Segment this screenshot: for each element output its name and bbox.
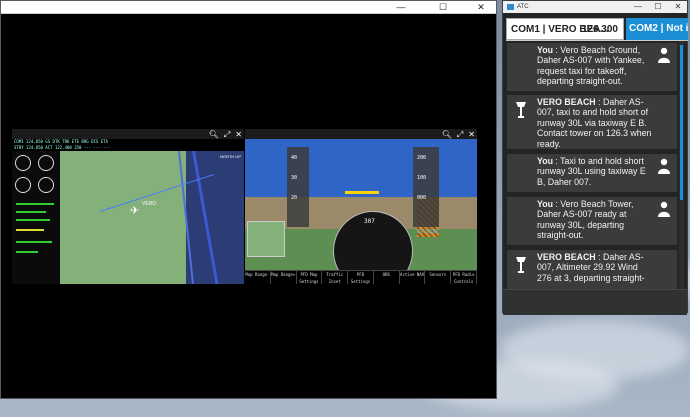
aircraft-symbol-icon	[345, 191, 379, 194]
pfd-panel-controls: 🔍︎ ⤢ ✕	[442, 130, 475, 139]
maximize-button[interactable]: ☐	[651, 1, 665, 13]
softkey-traffic-inset[interactable]: Traffic Inset	[322, 271, 349, 284]
message-text: You : Vero Beach Ground, Daher AS-007 wi…	[537, 45, 655, 87]
inset-map	[247, 221, 285, 257]
map-orientation-label: NORTH UP	[220, 154, 241, 159]
close-button[interactable]: ✕	[671, 1, 685, 13]
minimize-button[interactable]: —	[387, 1, 415, 13]
atc-titlebar: ATC — ☐ ✕	[503, 1, 687, 13]
alt-tick: 000	[417, 195, 427, 201]
atc-window: ATC — ☐ ✕ COM1 | VERO BEA... 126.300 COM…	[502, 0, 688, 315]
engine-bar	[16, 203, 54, 205]
softkey-pfd-settings[interactable]: PFD Settings	[348, 271, 374, 284]
message-speaker: You	[537, 199, 553, 209]
engine-bar	[16, 229, 44, 231]
message-item: VERO BEACH : Daher AS-007, Altimeter 29.…	[507, 250, 677, 289]
engine-bar	[16, 251, 38, 253]
engine-bar	[16, 211, 46, 213]
mfd-panel: 🔍︎ ⤢ ✕ COM1 124.850 GS DTK TRK ETE BRG D…	[12, 129, 244, 284]
message-item: You : Taxi to and hold short runway 30L …	[507, 154, 677, 192]
moving-map[interactable]: ✈ VERO NORTH UP	[60, 151, 244, 284]
speed-tick: 30	[291, 175, 298, 181]
atc-message-list[interactable]: You : Vero Beach Ground, Daher AS-007 wi…	[507, 41, 677, 289]
airspeed-tape: 40 30 20	[287, 147, 309, 227]
minimize-button[interactable]: —	[631, 1, 645, 13]
softkey-map-range-plus[interactable]: Map Range+	[271, 271, 297, 284]
close-icon[interactable]: ✕	[468, 130, 475, 139]
message-body: : Vero Beach Ground, Daher AS-007 with Y…	[537, 45, 645, 87]
softkey-sensors[interactable]: Sensors	[425, 271, 452, 284]
engine-gauge-icon	[38, 155, 54, 171]
message-body: : Taxi to and hold short runway 30L usin…	[537, 156, 646, 187]
sim-window-titlebar: — ☐ ✕	[1, 1, 496, 14]
close-button[interactable]: ✕	[467, 1, 495, 13]
primary-flight-display: 40 30 20 200 100 000 29.92IN 307 Map Ran…	[245, 139, 477, 284]
aircraft-icon: ✈	[130, 205, 140, 217]
speed-tick: 40	[291, 155, 298, 161]
message-item: VERO BEACH : Daher AS-007, taxi to and h…	[507, 95, 677, 149]
pfd-panel: 🔍︎ ⤢ ✕ 40 30 20 200 100 000 29.92IN 307	[245, 129, 477, 284]
airport-label: VERO	[142, 201, 157, 207]
zoom-icon[interactable]: 🔍︎	[442, 130, 452, 139]
message-text: VERO BEACH : Daher AS-007, Altimeter 29.…	[537, 252, 653, 283]
maximize-button[interactable]: ☐	[429, 1, 457, 13]
sky-area	[245, 139, 477, 197]
heading-readout: 307	[364, 218, 375, 225]
engine-bar	[16, 219, 50, 221]
tab-com2-label: COM2 | Not in u	[629, 23, 688, 34]
speed-tick: 20	[291, 195, 298, 201]
baro-setting: 29.92IN	[417, 229, 439, 235]
softkey-active-nav[interactable]: Active NAV	[400, 271, 426, 284]
message-text: VERO BEACH : Daher AS-007, taxi to and h…	[537, 97, 653, 149]
mfd-panel-controls: 🔍︎ ⤢ ✕	[209, 130, 242, 139]
engine-bar	[16, 241, 52, 243]
message-speaker: VERO BEACH	[537, 252, 596, 262]
user-avatar-icon	[658, 201, 670, 217]
alt-tick: 100	[417, 175, 427, 181]
alt-tick: 200	[417, 155, 427, 161]
pfd-softkeys: Map Range- Map Range+ PFD Map Settings T…	[245, 270, 477, 284]
message-item: You : Vero Beach Ground, Daher AS-007 wi…	[507, 43, 677, 91]
message-item: You : Vero Beach Tower, Daher AS-007 rea…	[507, 197, 677, 245]
tab-com1[interactable]: COM1 | VERO BEA... 126.300	[506, 18, 624, 40]
message-scrollbar[interactable]	[679, 41, 684, 289]
message-text: You : Taxi to and hold short runway 30L …	[537, 156, 655, 187]
tab-com1-frequency: 126.300	[581, 24, 618, 35]
message-speaker: You	[537, 156, 553, 166]
control-tower-icon	[516, 102, 526, 118]
message-text: You : Vero Beach Tower, Daher AS-007 rea…	[537, 199, 655, 241]
altitude-tape: 200 100 000	[413, 147, 439, 227]
message-speaker: You	[537, 45, 553, 55]
control-tower-icon	[516, 257, 526, 273]
message-speaker: VERO BEACH	[537, 97, 596, 107]
engine-gauge-icon	[15, 177, 31, 193]
tab-com2[interactable]: COM2 | Not in u	[626, 18, 688, 40]
engine-indicators	[12, 151, 60, 284]
softkey-pfd-map-settings[interactable]: PFD Map Settings	[297, 271, 323, 284]
user-avatar-icon	[658, 47, 670, 63]
sim-window: — ☐ ✕ 🔍︎ ⤢ ✕ COM1 124.850 GS DTK TRK ETE…	[0, 0, 497, 399]
softkey-map-range-minus[interactable]: Map Range-	[245, 271, 271, 284]
user-avatar-icon	[658, 158, 670, 174]
softkey-obs[interactable]: OBS	[374, 271, 400, 284]
expand-icon[interactable]: ⤢	[224, 130, 230, 139]
com-tabs: COM1 | VERO BEA... 126.300 COM2 | Not in…	[506, 18, 688, 40]
engine-gauge-icon	[15, 155, 31, 171]
scrollbar-thumb[interactable]	[680, 45, 683, 200]
atc-footer	[503, 289, 687, 315]
expand-icon[interactable]: ⤢	[457, 130, 463, 139]
app-icon	[507, 4, 514, 10]
softkey-pfd-radio-controls[interactable]: PFD Radio Controls	[451, 271, 477, 284]
engine-gauge-icon	[38, 177, 54, 193]
zoom-icon[interactable]: 🔍︎	[209, 130, 219, 139]
mfd-data-bar: COM1 124.850 GS DTK TRK ETE BRG DIS ETA …	[12, 139, 244, 151]
close-icon[interactable]: ✕	[235, 130, 242, 139]
atc-window-title: ATC	[517, 4, 529, 10]
